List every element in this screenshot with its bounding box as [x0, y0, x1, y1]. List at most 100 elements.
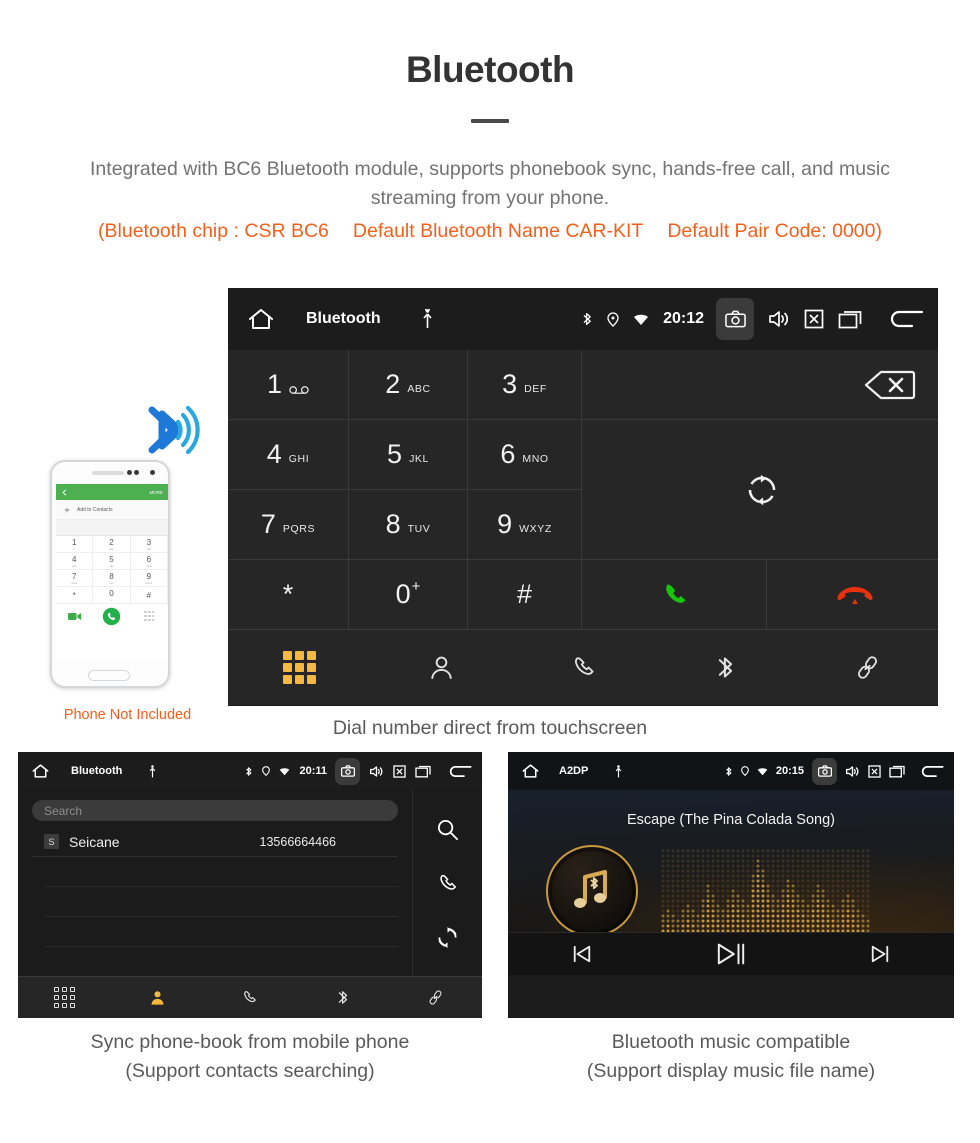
equalizer-visualizer [660, 848, 872, 945]
dialpad-key-2[interactable]: 2 ABC [349, 350, 467, 419]
list-item [44, 917, 398, 947]
dialpad-key-4[interactable]: 4 GHI [228, 420, 348, 489]
phone-key-digit: 6 [146, 554, 152, 564]
phonebook-side-actions [412, 790, 482, 976]
back-icon[interactable] [888, 308, 924, 330]
nav-item-link[interactable] [796, 630, 938, 705]
avatar: S [44, 834, 59, 849]
call-icon[interactable] [436, 872, 459, 895]
phone-key-letters: ∞ [73, 546, 76, 551]
phone-key-3: 3 def [130, 536, 168, 553]
previous-icon[interactable] [508, 944, 657, 964]
music-controls [508, 932, 954, 975]
title-divider [471, 118, 509, 123]
hangup-button-glyph [836, 584, 874, 606]
volume-icon[interactable] [768, 309, 790, 329]
phonebook-caption: Sync phone-book from mobile phone (Suppo… [18, 1028, 482, 1087]
dialpad-key-0[interactable]: 0 + [349, 560, 467, 629]
phone-key-digit: * [72, 590, 76, 600]
play-pause-icon[interactable] [657, 942, 806, 966]
key-digit: 7 [260, 509, 276, 539]
sync-contacts-button[interactable] [582, 420, 938, 559]
dialpad-key-8[interactable]: 8 TUV [349, 490, 467, 559]
key-digit: 3 [502, 369, 518, 399]
key-superscript: + [411, 578, 421, 595]
table-row[interactable]: S Seicane 13566664466 [32, 827, 398, 857]
wifi-icon [757, 767, 768, 776]
back-icon[interactable] [920, 764, 944, 779]
volume-icon[interactable] [845, 765, 860, 778]
recents-icon[interactable] [838, 310, 862, 329]
status-bar: Bluetooth 20:11 [18, 752, 482, 790]
status-time: 20:12 [663, 310, 704, 327]
nav-item-contacts[interactable] [370, 630, 512, 705]
home-icon[interactable] [248, 307, 274, 331]
key-digit: 9 [497, 509, 513, 539]
phonebook-head-unit: Bluetooth 20:11 Search S Seicane 1356666… [18, 752, 482, 1018]
nav-item-dialpad[interactable] [228, 630, 370, 705]
spec-bt-name: Default Bluetooth Name CAR-KIT [352, 219, 644, 242]
dialpad-key-hash[interactable]: # [468, 560, 581, 629]
phone-add-contacts-row: Add to Contacts [56, 500, 168, 520]
next-icon[interactable] [805, 944, 954, 964]
dialpad-key-star[interactable]: * [228, 560, 348, 629]
music-head-unit: A2DP 20:15 Escape (The Pina Colada Song) [508, 752, 954, 1018]
close-box-icon[interactable] [393, 764, 406, 778]
dialpad-grid: 1 2 ABC 3 DEF 4 GHI 5 JKL 6 MNO 7 PQRS 8 TUV 9 WXYZ * 0 + # [228, 350, 938, 629]
key-digit: 5 [387, 439, 403, 469]
key-letters: PQRS [282, 522, 316, 535]
dialpad-key-7[interactable]: 7 PQRS [228, 490, 348, 559]
phone-key-letters: + [110, 597, 113, 602]
search-input[interactable]: Search [32, 800, 398, 821]
camera-icon[interactable] [812, 757, 837, 785]
phone-screen: MORE Add to Contacts 1 ∞ 2 abc 3 def 4 ghi 5 jkl 6… [56, 484, 168, 659]
sync-icon[interactable] [436, 926, 459, 949]
hangup-button[interactable] [767, 560, 938, 629]
dialpad-key-1[interactable]: 1 [228, 350, 348, 419]
album-art [546, 845, 638, 937]
location-icon [740, 766, 749, 776]
bluetooth-signal-icon [138, 400, 200, 458]
nav-item-call-log[interactable] [512, 630, 654, 705]
dialpad-key-6[interactable]: 6 MNO [468, 420, 581, 489]
nav-item-bluetooth[interactable] [654, 630, 796, 705]
link-icon [854, 654, 881, 681]
status-time: 20:11 [299, 765, 327, 777]
contact-name: Seicane [69, 833, 120, 850]
dialpad-key-5[interactable]: 5 JKL [349, 420, 467, 489]
backspace-button-glyph [864, 370, 916, 400]
close-box-icon[interactable] [804, 309, 824, 329]
dialpad-key-3[interactable]: 3 DEF [468, 350, 581, 419]
phone-key-digit: 5 [109, 554, 114, 564]
sync-contacts-button-glyph [745, 473, 779, 507]
camera-icon[interactable] [716, 298, 754, 340]
bottom-nav-bar [228, 629, 938, 705]
volume-icon[interactable] [369, 765, 384, 778]
dialpad-key-9[interactable]: 9 WXYZ [468, 490, 581, 559]
home-icon[interactable] [522, 763, 539, 779]
page-root: Bluetooth Integrated with BC6 Bluetooth … [0, 0, 980, 1143]
phone-key-1: 1 ∞ [56, 536, 94, 553]
page-title: Bluetooth [405, 49, 575, 90]
recents-icon[interactable] [889, 765, 905, 778]
music-note-bluetooth-icon [565, 864, 619, 918]
nav-item-call-log[interactable] [204, 977, 297, 1018]
recents-icon[interactable] [415, 765, 431, 778]
key-digit: 0 [395, 579, 411, 609]
nav-item-contacts[interactable] [111, 977, 204, 1018]
nav-item-link[interactable] [389, 977, 482, 1018]
phone-key-letters: tuv [109, 580, 114, 585]
dialpad-icon [53, 987, 75, 1008]
nav-item-bluetooth[interactable] [296, 977, 389, 1018]
back-icon[interactable] [448, 764, 472, 779]
nav-item-dialpad[interactable] [18, 977, 111, 1018]
home-icon[interactable] [32, 763, 49, 779]
key-digit: 6 [500, 439, 516, 469]
phone-key-letters: abc [109, 546, 114, 551]
search-icon[interactable] [436, 818, 459, 841]
backspace-button[interactable] [582, 350, 938, 419]
camera-icon[interactable] [335, 757, 360, 785]
close-box-icon[interactable] [868, 764, 881, 778]
call-button[interactable] [582, 560, 766, 629]
key-digit: 1 [266, 369, 283, 399]
